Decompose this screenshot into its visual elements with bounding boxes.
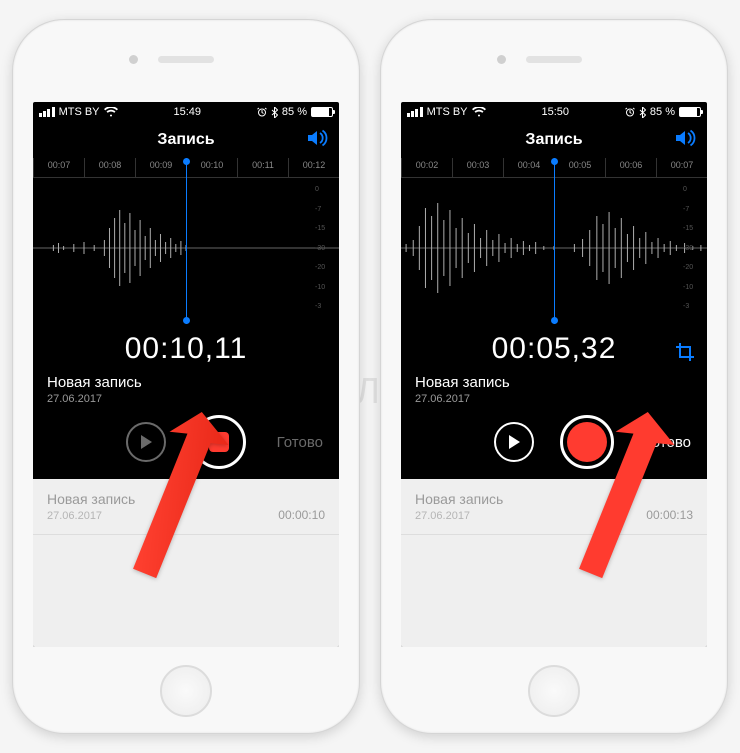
carrier-label: MTS BY [59,106,100,118]
play-button[interactable] [126,422,166,462]
done-button[interactable]: Готово [277,434,323,451]
item-date: 27.06.2017 [47,510,135,522]
home-button[interactable] [528,665,580,717]
waveform[interactable]: 0-7-15-30-20-10-3 [33,178,339,318]
recording-info: Новая запись 27.06.2017 [33,374,339,405]
play-button[interactable] [494,422,534,462]
carrier-label: MTS BY [427,106,468,118]
db-scale: 0-7-15-30-20-10-3 [315,178,335,318]
battery-pct: 85 % [650,106,675,118]
alarm-icon [257,107,267,117]
status-bar: MTS BY 15:49 85 % [33,102,339,122]
battery-icon [679,107,701,117]
home-button[interactable] [160,665,212,717]
recording-date: 27.06.2017 [415,393,693,405]
recording-date: 27.06.2017 [47,393,325,405]
list-item[interactable]: Новая запись 27.06.2017 00:00:10 [33,479,339,535]
alarm-icon [625,107,635,117]
item-date: 27.06.2017 [415,510,503,522]
crop-icon[interactable] [675,342,695,367]
timer-display: 00:05,32 [401,318,707,374]
recordings-list: Новая запись 27.06.2017 00:00:13 [401,479,707,647]
wifi-icon [104,107,118,117]
screen-right: MTS BY 15:50 85 % Запись 00:0200:0300:04… [401,102,707,647]
battery-icon [311,107,333,117]
record-button[interactable] [560,415,614,469]
db-scale: 0-7-15-30-20-10-3 [683,178,703,318]
speaker-output-icon[interactable] [307,129,329,152]
speaker-output-icon[interactable] [675,129,697,152]
clock-label: 15:50 [541,106,569,118]
done-button[interactable]: Готово [645,434,691,451]
controls: Готово [401,405,707,479]
recording-info: Новая запись 27.06.2017 [401,374,707,405]
item-duration: 00:00:13 [646,508,693,522]
timer-display: 00:10,11 [33,318,339,374]
nav-bar: Запись [401,122,707,158]
recording-name: Новая запись [415,374,693,391]
playhead[interactable] [186,158,187,324]
clock-label: 15:49 [173,106,201,118]
item-name: Новая запись [47,491,135,507]
page-title: Запись [157,131,214,149]
recording-name: Новая запись [47,374,325,391]
item-duration: 00:00:10 [278,508,325,522]
phone-left: MTS BY 15:49 85 % Запись 00:0700:0800:09… [12,19,360,734]
stop-record-button[interactable] [192,415,246,469]
bluetooth-icon [639,107,646,118]
bluetooth-icon [271,107,278,118]
phone-right: MTS BY 15:50 85 % Запись 00:0200:0300:04… [380,19,728,734]
signal-icon [407,107,423,117]
playhead[interactable] [554,158,555,324]
item-name: Новая запись [415,491,503,507]
screen-left: MTS BY 15:49 85 % Запись 00:0700:0800:09… [33,102,339,647]
wifi-icon [472,107,486,117]
page-title: Запись [525,131,582,149]
list-item[interactable]: Новая запись 27.06.2017 00:00:13 [401,479,707,535]
battery-pct: 85 % [282,106,307,118]
nav-bar: Запись [33,122,339,158]
signal-icon [39,107,55,117]
recordings-list: Новая запись 27.06.2017 00:00:10 [33,479,339,647]
controls: Готово [33,405,339,479]
status-bar: MTS BY 15:50 85 % [401,102,707,122]
waveform[interactable]: 0-7-15-30-20-10-3 [401,178,707,318]
